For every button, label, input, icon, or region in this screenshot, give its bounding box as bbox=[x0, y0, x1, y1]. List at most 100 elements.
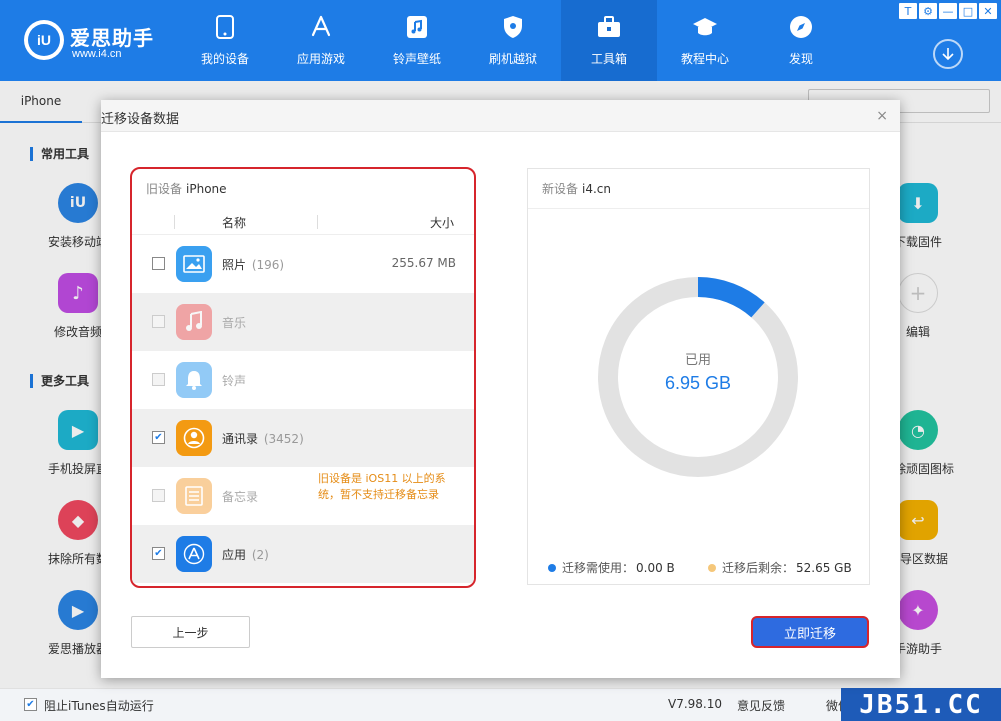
legend-dot-blue bbox=[548, 563, 556, 572]
start-migration-button[interactable]: 立即迁移 bbox=[751, 616, 869, 648]
legend-remaining: 迁移后剩余： 52.65 GB bbox=[708, 559, 852, 576]
contacts-checkbox[interactable]: ✔ bbox=[152, 431, 165, 444]
item-label: 音乐 bbox=[222, 316, 247, 330]
feedback-link[interactable]: 意见反馈 bbox=[737, 697, 785, 714]
dialog-title: 迁移设备数据 bbox=[101, 112, 180, 127]
data-type-list: 照片 (196) 255.67 MB 音乐 铃声 ✔ 通讯录 (3452) 备忘… bbox=[132, 235, 474, 583]
music-icon bbox=[176, 304, 212, 340]
legend-dot-orange bbox=[708, 563, 716, 572]
graduation-cap-icon bbox=[692, 14, 718, 40]
item-label: 备忘录 bbox=[222, 490, 259, 504]
item-size: 255.67 MB bbox=[391, 256, 456, 270]
block-itunes-checkbox[interactable]: ✔ bbox=[24, 698, 37, 711]
column-size: 大小 bbox=[429, 216, 454, 230]
version-label: V7.98.10 bbox=[668, 697, 723, 711]
notes-checkbox bbox=[152, 489, 165, 502]
new-device-header: 新设备 i4.cn bbox=[528, 169, 869, 209]
download-arrow-icon bbox=[942, 48, 954, 61]
item-label: 应用 bbox=[222, 548, 247, 562]
legend-need-value: 0.00 B bbox=[636, 560, 675, 575]
music-checkbox bbox=[152, 315, 165, 328]
settings-button[interactable]: ⚙ bbox=[919, 3, 937, 19]
watermark: JB51.CC bbox=[841, 688, 1001, 721]
block-itunes-label: 阻止iTunes自动运行 bbox=[44, 699, 154, 713]
item-count: (2) bbox=[251, 548, 269, 562]
new-device-name: i4.cn bbox=[582, 182, 612, 196]
close-window-button[interactable]: ✕ bbox=[979, 3, 997, 19]
item-name: 照片 (196) bbox=[222, 256, 284, 273]
apps-checkbox[interactable]: ✔ bbox=[152, 547, 165, 560]
column-divider bbox=[174, 215, 175, 229]
compass-icon bbox=[788, 14, 814, 40]
app-store-icon bbox=[176, 536, 212, 572]
window-controls: T ⚙ — □ ✕ bbox=[899, 3, 997, 19]
nav-apps-games[interactable]: 应用游戏 bbox=[273, 0, 369, 81]
ringtones-checkbox bbox=[152, 373, 165, 386]
legend-migration-need: 迁移需使用： 0.00 B bbox=[548, 559, 675, 576]
dialog-header: 迁移设备数据 × bbox=[101, 100, 900, 132]
skin-button[interactable]: T bbox=[899, 3, 917, 19]
nav-my-device[interactable]: 我的设备 bbox=[177, 0, 273, 81]
shield-icon bbox=[500, 14, 526, 40]
minimize-button[interactable]: — bbox=[939, 3, 957, 19]
used-label: 已用 bbox=[684, 353, 711, 368]
column-divider bbox=[317, 215, 318, 229]
item-count: (3452) bbox=[263, 432, 304, 446]
item-name: 通讯录 (3452) bbox=[222, 430, 304, 447]
bell-icon bbox=[176, 362, 212, 398]
item-name: 应用 (2) bbox=[222, 546, 269, 563]
column-name: 名称 bbox=[222, 216, 247, 230]
notes-warning: 旧设备是 iOS11 以上的系统，暂不支持迁移备忘录 bbox=[318, 472, 446, 501]
phone-icon bbox=[212, 14, 238, 40]
used-value: 6.95 GB bbox=[664, 373, 732, 393]
download-manager-button[interactable] bbox=[933, 39, 963, 69]
item-name: 铃声 bbox=[222, 372, 246, 389]
logo-mark: iU bbox=[28, 24, 60, 56]
migrate-data-dialog: 迁移设备数据 × 旧设备 iPhone 名称 大小 照片 (196) 255.67… bbox=[101, 100, 900, 678]
photos-checkbox[interactable] bbox=[152, 257, 165, 270]
top-bar: iU 爱思助手 www.i4.cn 我的设备 应用游戏 铃声壁纸 刷机越狱 工具… bbox=[0, 0, 1001, 81]
list-item-apps[interactable]: ✔ 应用 (2) bbox=[132, 525, 474, 583]
item-label: 照片 bbox=[222, 258, 247, 272]
app-store-icon bbox=[308, 14, 334, 40]
nav-discover[interactable]: 发现 bbox=[753, 0, 849, 81]
old-device-panel: 旧设备 iPhone 名称 大小 照片 (196) 255.67 MB 音乐 铃… bbox=[130, 167, 476, 588]
column-header: 名称 大小 bbox=[132, 209, 474, 235]
previous-step-button[interactable]: 上一步 bbox=[131, 616, 250, 648]
new-device-label: 新设备 bbox=[542, 182, 579, 196]
list-item-notes: 备忘录 旧设备是 iOS11 以上的系统，暂不支持迁移备忘录 bbox=[132, 467, 474, 525]
nav-label: 教程中心 bbox=[680, 52, 729, 66]
toolbox-icon bbox=[596, 14, 622, 40]
item-name: 备忘录 bbox=[222, 488, 258, 505]
brand-name: 爱思助手 bbox=[70, 26, 154, 50]
item-label: 铃声 bbox=[222, 374, 247, 388]
nav-flash-jailbreak[interactable]: 刷机越狱 bbox=[465, 0, 561, 81]
list-item-ringtones: 铃声 bbox=[132, 351, 474, 409]
maximize-button[interactable]: □ bbox=[959, 3, 977, 19]
brand-url: www.i4.cn bbox=[72, 48, 122, 60]
nav-label: 我的设备 bbox=[200, 52, 249, 66]
main-nav: 我的设备 应用游戏 铃声壁纸 刷机越狱 工具箱 教程中心 发现 bbox=[177, 0, 849, 81]
close-icon[interactable]: × bbox=[876, 108, 888, 124]
legend-remain-label: 迁移后剩余： bbox=[722, 561, 795, 575]
nav-label: 应用游戏 bbox=[296, 52, 345, 66]
new-device-panel: 新设备 i4.cn 已用 6.95 GB 迁移需使用： 0.00 B 迁移后剩余： 5… bbox=[527, 168, 870, 585]
old-device-label: 旧设备 bbox=[146, 182, 183, 196]
item-label: 通讯录 bbox=[222, 432, 259, 446]
nav-toolbox[interactable]: 工具箱 bbox=[561, 0, 657, 81]
nav-label: 铃声壁纸 bbox=[392, 52, 441, 66]
old-device-header: 旧设备 iPhone bbox=[132, 169, 474, 209]
notes-icon bbox=[176, 478, 212, 514]
contacts-icon bbox=[176, 420, 212, 456]
nav-tutorials[interactable]: 教程中心 bbox=[657, 0, 753, 81]
nav-label: 刷机越狱 bbox=[488, 52, 537, 66]
app-logo: iU bbox=[24, 20, 64, 60]
nav-label: 发现 bbox=[788, 52, 813, 66]
legend-remain-value: 52.65 GB bbox=[796, 560, 852, 575]
old-device-name: iPhone bbox=[186, 182, 227, 196]
list-item-photos[interactable]: 照片 (196) 255.67 MB bbox=[132, 235, 474, 293]
music-note-icon bbox=[404, 14, 430, 40]
nav-ringtones[interactable]: 铃声壁纸 bbox=[369, 0, 465, 81]
photos-icon bbox=[176, 246, 212, 282]
list-item-contacts[interactable]: ✔ 通讯录 (3452) bbox=[132, 409, 474, 467]
